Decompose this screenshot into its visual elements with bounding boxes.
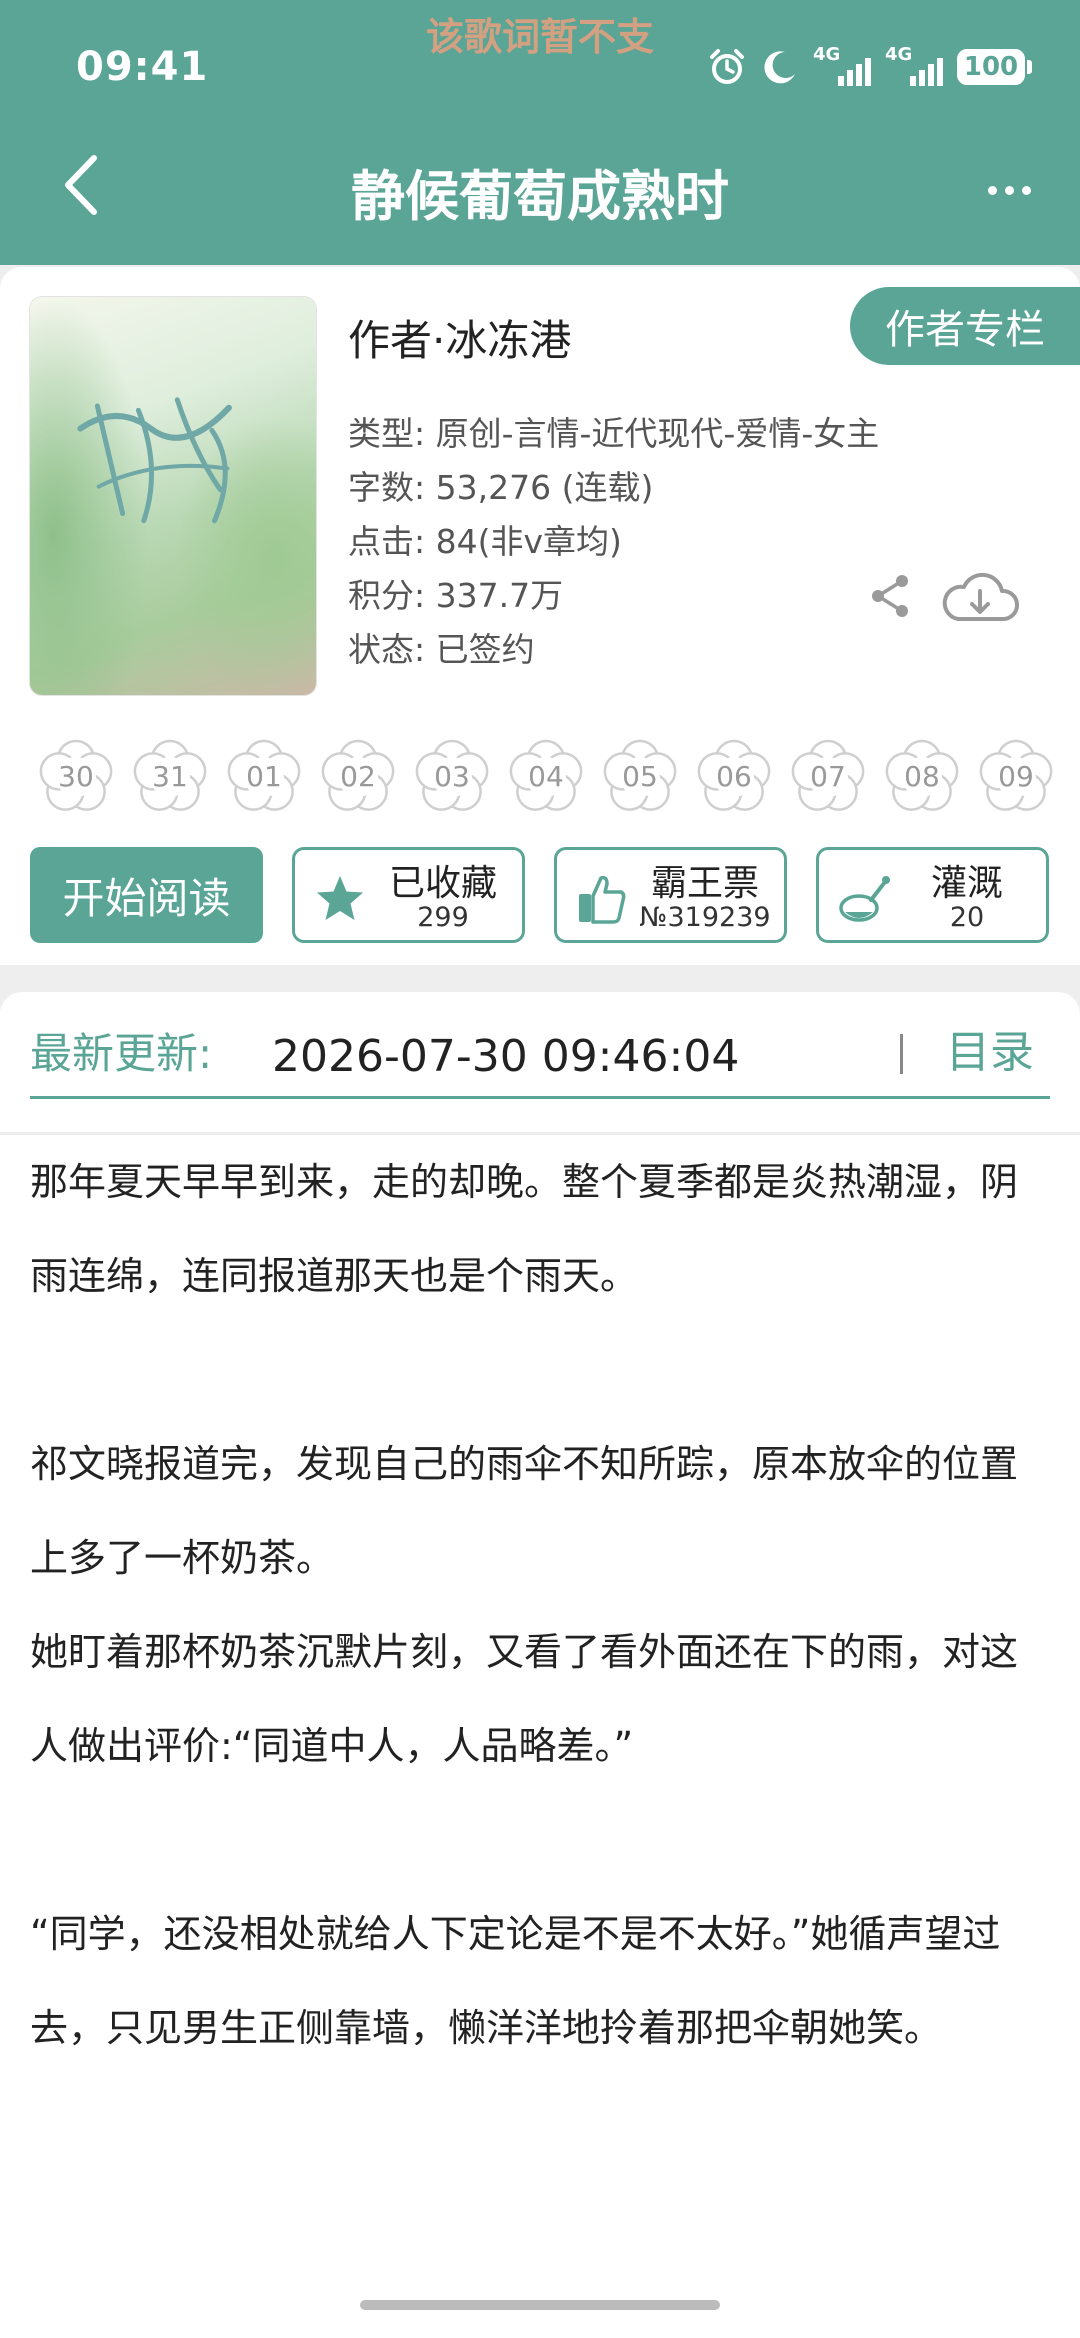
cloud-download-icon[interactable]	[938, 565, 1022, 629]
cover-art	[55, 364, 277, 562]
calendar-badge-label: 04	[528, 760, 564, 793]
calendar-badge[interactable]: 05	[600, 737, 680, 817]
calendar-badge[interactable]: 07	[788, 737, 868, 817]
latest-update-value: 2026-07-30 09:46:04	[272, 1031, 740, 1082]
home-indicator[interactable]	[360, 2300, 720, 2310]
signal-icon: 4G	[813, 44, 871, 90]
ticket-label: 霸王票	[650, 863, 759, 904]
calendar-badge-label: 08	[904, 760, 940, 793]
meta-score: 积分: 337.7万	[348, 576, 564, 615]
paragraph: 祁文晓报道完，发现自己的雨伞不知所踪，原本放伞的位置上多了一杯奶茶。	[30, 1442, 1019, 1580]
share-icon[interactable]	[866, 571, 916, 621]
calendar-badge[interactable]: 06	[694, 737, 774, 817]
moon-icon	[764, 51, 795, 84]
page-title: 静候葡萄成熟时	[351, 165, 729, 228]
calendar-badge-label: 06	[716, 760, 752, 793]
meta-clicks: 点击: 84(非v章均)	[348, 522, 622, 561]
calendar-badge-label: 03	[434, 760, 470, 793]
app-header: 该歌词暂不支 09:41 4G 4G 100 静候葡萄成熟时	[0, 0, 1080, 265]
paragraph: 那年夏天早早到来，走的却晚。整个夏季都是炎热潮湿，阴雨连绵，连同报道那天也是个雨…	[30, 1160, 1019, 1298]
divider	[30, 1096, 1050, 1099]
favorite-button[interactable]: 已收藏 299	[292, 847, 525, 943]
calendar-badge[interactable]: 08	[882, 737, 962, 817]
author-name[interactable]: 作者·冰冻港	[348, 307, 571, 368]
status-icons: 4G 4G 100	[707, 42, 1032, 92]
calendar-badge-label: 01	[246, 760, 282, 793]
start-reading-button[interactable]: 开始阅读	[30, 847, 263, 943]
status-time: 09:41	[76, 44, 209, 90]
more-icon	[987, 185, 997, 195]
book-meta: 类型: 原创-言情-近代现代-爱情-女主 字数: 53,276 (连载) 点击:…	[348, 407, 879, 677]
battery-icon: 100	[957, 49, 1032, 85]
table-of-contents-button[interactable]: 目录	[946, 1016, 1034, 1080]
meta-word-count: 字数: 53,276 (连载)	[348, 468, 654, 507]
chapter-text: 那年夏天早早到来，走的却晚。整个夏季都是炎热潮湿，阴雨连绵，连同报道那天也是个雨…	[30, 1135, 1050, 2075]
favorite-label: 已收藏	[388, 863, 497, 904]
book-cover[interactable]	[30, 297, 316, 695]
calendar-badge[interactable]: 30	[36, 737, 116, 817]
book-info-card: 作者·冰冻港 作者专栏 类型: 原创-言情-近代现代-爱情-女主 字数: 53,…	[0, 267, 1080, 965]
ticket-count: №319239	[639, 902, 771, 933]
calendar-badge[interactable]: 31	[130, 737, 210, 817]
signal-icon: 4G	[885, 44, 943, 90]
more-button[interactable]	[974, 170, 1044, 210]
latest-update-label: 最新更新:	[30, 1029, 213, 1078]
latest-update-marquee[interactable]: 2026-07-30 09:46:04 第	[248, 1020, 888, 1084]
battery-level: 100	[963, 52, 1019, 82]
watering-label: 灌溉	[930, 863, 1003, 904]
paragraph: 她盯着那杯奶茶沉默片刻，又看了看外面还在下的雨，对这人做出评价:“同道中人，人品…	[30, 1630, 1019, 1768]
favorite-count: 299	[417, 902, 469, 933]
calendar-badge[interactable]: 03	[412, 737, 492, 817]
author-column-button[interactable]: 作者专栏	[850, 287, 1080, 365]
calendar-badge-label: 05	[622, 760, 658, 793]
calendar-badge-label: 09	[998, 760, 1034, 793]
calendar-badges: 30 31 01 02 03 04 05 06 07 08 09	[36, 737, 1080, 817]
star-icon	[317, 876, 363, 920]
meta-status: 状态: 已签约	[348, 630, 535, 669]
latest-update-bar: 最新更新: 2026-07-30 09:46:04 第 目录	[0, 992, 1080, 1132]
watering-icon	[839, 876, 890, 922]
calendar-badge-label: 30	[58, 760, 94, 793]
calendar-badge[interactable]: 09	[976, 737, 1056, 817]
watering-count: 20	[949, 902, 985, 933]
calendar-badge[interactable]: 02	[318, 737, 398, 817]
calendar-badge[interactable]: 01	[224, 737, 304, 817]
calendar-badge[interactable]: 04	[506, 737, 586, 817]
meta-genre: 类型: 原创-言情-近代现代-爱情-女主	[348, 414, 880, 453]
paragraph: “同学，还没相处就给人下定论是不是不太好。”她循声望过去，只见男生正侧靠墙，懒洋…	[30, 1912, 1001, 2050]
calendar-badge-label: 07	[810, 760, 846, 793]
calendar-badge-label: 31	[152, 760, 188, 793]
thumbs-up-icon	[579, 875, 626, 924]
alarm-icon	[710, 49, 744, 84]
calendar-badge-label: 02	[340, 760, 376, 793]
divider	[900, 1034, 903, 1074]
ticket-button[interactable]: 霸王票 №319239	[554, 847, 787, 943]
watering-button[interactable]: 灌溉 20	[816, 847, 1049, 943]
